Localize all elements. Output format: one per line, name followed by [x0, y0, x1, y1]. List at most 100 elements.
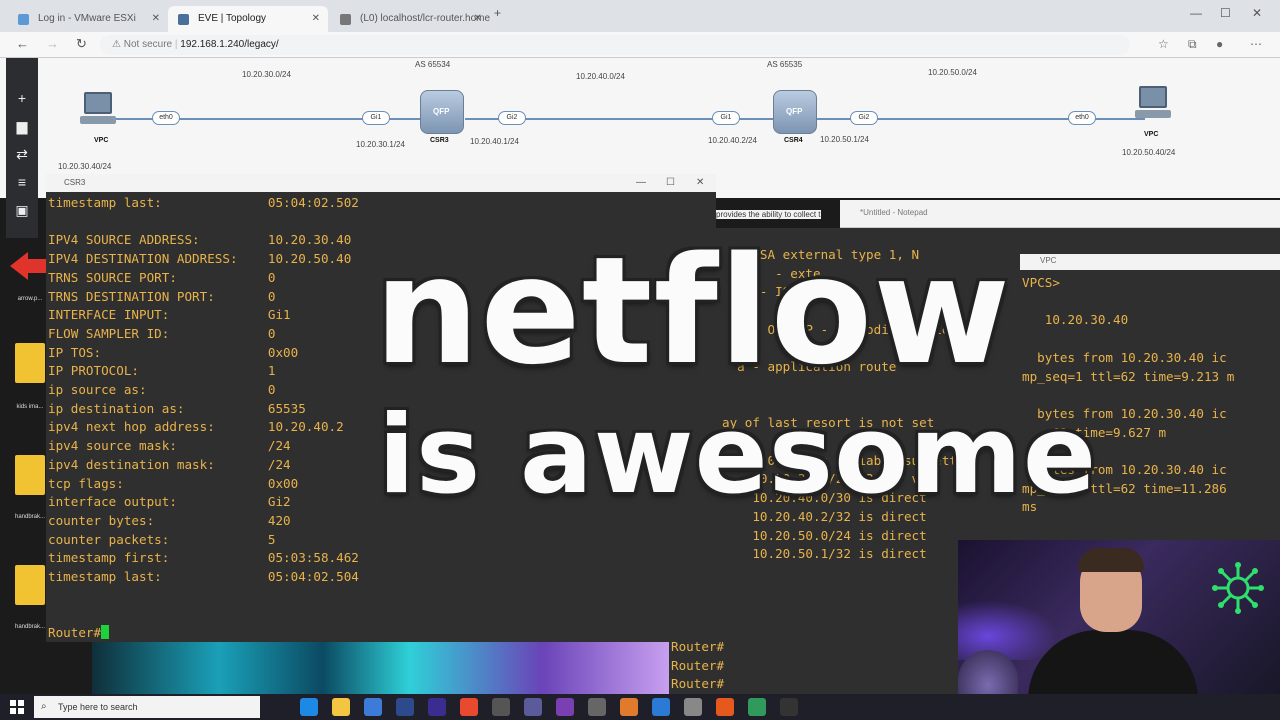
close-icon[interactable]: ✕ [696, 174, 704, 192]
taskbar-app-vscode-icon[interactable] [652, 698, 670, 716]
collections-icon[interactable]: ⧉ [1188, 37, 1197, 52]
taskbar-app-app-icon[interactable] [748, 698, 766, 716]
tab-esxi[interactable]: Log in - VMware ESXi ✕ [8, 6, 168, 32]
ip-label: 10.20.40.1/24 [470, 137, 519, 146]
eve-icon [178, 14, 189, 25]
terminal-line: Router# [48, 625, 102, 641]
menu-icon[interactable]: ⋯ [1250, 37, 1262, 51]
vpc-node-right[interactable] [1133, 86, 1173, 120]
terminal-line: TRNS DESTINATION PORT: 0 [48, 288, 276, 304]
forward-icon[interactable]: → [46, 36, 59, 51]
folder-icon[interactable] [15, 455, 45, 495]
terminal-line: timestamp first: 05:03:58.462 [48, 550, 359, 566]
close-icon[interactable]: ✕ [152, 6, 160, 32]
taskbar-app-app-icon[interactable] [588, 698, 606, 716]
ip-label: 10.20.50.40/24 [1122, 148, 1176, 157]
search-placeholder: Type here to search [58, 702, 138, 712]
pc-base [80, 116, 116, 124]
terminal-line: INTERFACE INPUT: Gi1 [48, 307, 291, 323]
close-icon[interactable]: ✕ [474, 6, 482, 32]
add-icon[interactable]: + [14, 90, 30, 106]
windows-start-icon[interactable] [10, 700, 24, 714]
router-csr4[interactable]: QFP [773, 90, 817, 134]
terminal-line: IP TOS: 0x00 [48, 344, 299, 360]
taskbar-app-explorer-icon[interactable] [332, 698, 350, 716]
as-label: AS 65534 [415, 60, 451, 69]
star-icon[interactable]: ☆ [1158, 37, 1169, 51]
reload-icon[interactable]: ↻ [76, 36, 87, 52]
node-icon[interactable]: ▆ [14, 118, 30, 134]
tab-label: Log in - VMware ESXi [38, 13, 136, 24]
port-label[interactable]: Gi2 [498, 111, 526, 125]
security-label: Not secure [123, 39, 173, 50]
new-tab-icon[interactable]: + [494, 6, 501, 20]
taskbar-app-ps-icon[interactable] [396, 698, 414, 716]
notepad-window[interactable]: *Untitled - Notepad [840, 200, 1280, 228]
tab-eve-topology[interactable]: EVE | Topology ✕ [168, 6, 328, 32]
taskbar-app-app-icon[interactable] [492, 698, 510, 716]
page-icon [340, 14, 351, 25]
folder-icon[interactable] [15, 343, 45, 383]
presenter [1028, 548, 1198, 720]
vpc-window-title: VPC [1040, 256, 1057, 265]
doc-snippet: provides the ability to collect t [716, 210, 821, 219]
picture-icon[interactable]: ▣ [14, 202, 30, 218]
router-badge: QFP [433, 107, 450, 116]
minimize-icon[interactable]: — [1190, 6, 1202, 20]
terminal-line: 10.20.30.40 [1022, 312, 1129, 328]
taskbar-app-vscode-icon[interactable] [364, 698, 382, 716]
taskbar-app-onenote-icon[interactable] [556, 698, 574, 716]
monitor-icon [1139, 86, 1167, 108]
port-label[interactable]: Gi1 [712, 111, 740, 125]
rgb-lights [958, 600, 1058, 660]
port-label[interactable]: Gi2 [850, 111, 878, 125]
minimize-icon[interactable]: — [636, 174, 646, 192]
vpc-window-titlebar[interactable]: VPC [1020, 254, 1280, 270]
tab-router[interactable]: (L0) localhost/lcr-router.home ✕ [330, 6, 490, 32]
close-icon[interactable]: ✕ [312, 6, 320, 32]
taskbar-search-input[interactable]: ⌕ Type here to search [34, 696, 260, 718]
url-input[interactable]: ⚠ Not secure | 192.168.1.240/legacy/ [100, 35, 1130, 55]
terminal-prompts: Router# Router# Router# [671, 639, 725, 692]
close-window-icon[interactable]: ✕ [1252, 6, 1262, 20]
device-name: CSR4 [784, 137, 803, 144]
taskbar-app-app-icon[interactable] [620, 698, 638, 716]
taskbar-app-pr-icon[interactable] [428, 698, 446, 716]
port-label[interactable]: eth0 [1068, 111, 1096, 125]
vmware-icon [18, 14, 29, 25]
terminal-line: interface output: Gi2 [48, 494, 291, 510]
taskbar-app-app-icon[interactable] [684, 698, 702, 716]
taskbar-app-firefox-icon[interactable] [716, 698, 734, 716]
terminal-line: mp_seq=1 ttl=62 time=9.213 m [1022, 368, 1235, 384]
subnet-label: 10.20.40.0/24 [576, 72, 625, 81]
maximize-icon[interactable]: ☐ [666, 174, 675, 192]
network-logo-icon [1212, 562, 1264, 614]
terminal-line: 10.20.50.1/32 is direct [722, 546, 927, 562]
device-name: VPC [94, 137, 109, 144]
terminal-line: FLOW SAMPLER ID: 0 [48, 325, 276, 341]
router-csr3[interactable]: QFP [420, 90, 464, 134]
taskbar-app-terminal-icon[interactable] [780, 698, 798, 716]
taskbar-app-chrome-icon[interactable] [460, 698, 478, 716]
profile-icon[interactable]: ● [1216, 37, 1223, 51]
terminal-titlebar: CSR3 — ☐ ✕ [46, 174, 716, 192]
terminal-right-prompt-area[interactable]: Router# Router# Router# [660, 636, 960, 694]
arrow-icon [10, 252, 28, 280]
back-icon[interactable]: ← [16, 36, 29, 51]
taskbar-app-edge-icon[interactable] [300, 698, 318, 716]
taskbar-app-app-icon[interactable] [524, 698, 542, 716]
warning-icon: ⚠ [112, 39, 124, 50]
folder-icon[interactable] [15, 565, 45, 605]
terminal-cursor [101, 625, 110, 640]
address-bar: ← → ↻ ⚠ Not secure | 192.168.1.240/legac… [0, 32, 1280, 58]
headline-is-awesome: is awesome [378, 393, 1098, 518]
connections-icon[interactable]: ⇄ [14, 146, 30, 162]
terminal-line: ipv4 destination mask: /24 [48, 456, 291, 472]
vpc-node-left[interactable] [78, 92, 118, 126]
port-label[interactable]: eth0 [152, 111, 180, 125]
port-label[interactable]: Gi1 [362, 111, 390, 125]
subnet-label: 10.20.50.0/24 [928, 68, 977, 77]
maximize-icon[interactable]: ☐ [1220, 6, 1231, 20]
list-icon[interactable]: ≡ [14, 174, 30, 190]
pc-base [1135, 110, 1171, 118]
